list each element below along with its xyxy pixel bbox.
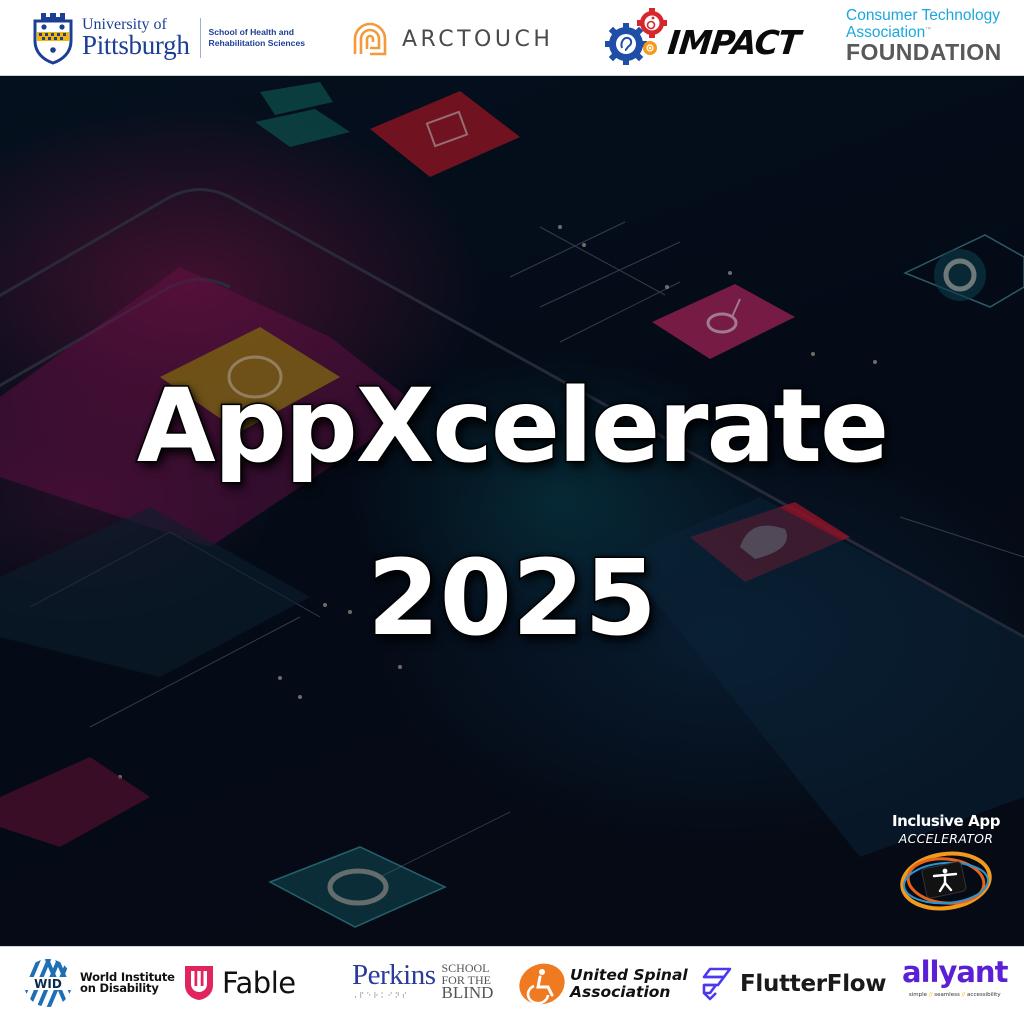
perkins-school-line3: BLIND: [441, 983, 494, 1002]
flutterflow-logo[interactable]: FlutterFlow: [702, 967, 887, 1001]
university-of-pittsburgh-logo[interactable]: University of Pittsburgh School of Healt…: [32, 9, 305, 67]
united-spinal-line2: Association: [570, 983, 671, 1001]
allyant-logo[interactable]: allyant simple // seamless // accessibil…: [902, 955, 1008, 998]
impact-gears-icon: [605, 8, 667, 65]
fable-logo[interactable]: Fable: [184, 965, 296, 1001]
arctouch-arc-icon: [353, 22, 387, 56]
badge-line1: Inclusive App: [891, 812, 1001, 830]
cta-foundation-logo[interactable]: Consumer Technology Association™ FOUNDAT…: [846, 8, 1002, 64]
arctouch-name: ARCTOUCH: [402, 26, 554, 52]
tagline-simple: simple: [908, 991, 927, 998]
trademark-symbol: ™: [925, 26, 932, 33]
united-spinal-line1: United Spinal: [570, 966, 688, 984]
badge-line2: ACCELERATOR: [898, 831, 994, 846]
perkins-braille: ⠠⠏⠑⠗⠅⠊⠝⠎: [352, 992, 410, 1000]
event-title: AppXcelerate: [135, 366, 890, 488]
cta-line3: FOUNDATION: [846, 39, 1002, 65]
app-tile-icon-window: [370, 91, 520, 177]
wheelchair-user-icon: [519, 963, 565, 1005]
wid-line2: on Disability: [80, 981, 159, 995]
magenta-panel: [0, 757, 150, 847]
tagline-separator: //: [928, 991, 933, 998]
pitt-school-name: School of Health and Rehabilitation Scie…: [209, 27, 305, 49]
hero-banner: AppXcelerate 2025 Inclusive App ACCELERA…: [0, 77, 1024, 946]
cta-line1: Consumer Technology: [846, 7, 1000, 24]
partner-footer-band: WID World Institute on Disability Fable …: [0, 946, 1024, 1024]
united-spinal-association-logo[interactable]: United Spinal Association: [518, 962, 688, 1006]
tagline-accessibility: accessibility: [967, 991, 1001, 998]
perkins-name: Perkins: [352, 959, 436, 991]
school-line2: Rehabilitation Sciences: [208, 38, 306, 48]
flutterflow-name: FlutterFlow: [740, 971, 887, 997]
app-tile-icon-location: [652, 284, 795, 359]
fable-shield-icon: [185, 966, 213, 1000]
perkins-school-text: SCHOOL FOR THE BLIND: [441, 962, 494, 1002]
pitt-wordmark: University of Pittsburgh: [82, 17, 190, 59]
teal-tiles: [255, 82, 350, 147]
app-tile-icon-chat: [268, 846, 447, 928]
school-line1: School of Health and: [208, 27, 295, 37]
impact-name: IMPACT: [665, 22, 802, 62]
accessibility-swirl-icon: [900, 851, 992, 911]
allyant-tagline: simple // seamless // accessibility: [902, 992, 1007, 998]
tagline-seamless: seamless: [934, 991, 960, 998]
flutterflow-mark-icon: [702, 967, 732, 1001]
arctouch-logo[interactable]: ARCTOUCH: [352, 20, 553, 58]
cta-line2: Association™: [846, 23, 1002, 41]
perkins-school-for-the-blind-logo[interactable]: Perkins ⠠⠏⠑⠗⠅⠊⠝⠎ SCHOOL FOR THE BLIND: [352, 959, 494, 1002]
wid-abbr: WID: [34, 977, 62, 991]
fable-name: Fable: [222, 966, 296, 1000]
wid-globe-icon: WID: [24, 959, 72, 1007]
app-tile-icon-gear: [903, 234, 1024, 308]
phone-circuit-background-illustration: [0, 82, 1024, 928]
sponsor-header-band: University of Pittsburgh School of Healt…: [0, 0, 1024, 76]
united-spinal-name: United Spinal Association: [570, 967, 688, 1001]
cta-line2-text: Association: [846, 23, 926, 41]
event-year: 2025: [366, 536, 658, 661]
pitt-crest-icon: [33, 13, 73, 65]
world-institute-on-disability-logo[interactable]: WID World Institute on Disability: [22, 957, 175, 1009]
allyant-name: allyant: [902, 955, 1008, 989]
pitt-divider: [199, 18, 201, 58]
tagline-separator: //: [961, 991, 966, 998]
impact-logo[interactable]: IMPACT: [602, 6, 802, 70]
pitt-line2: Pittsburgh: [82, 30, 190, 60]
wid-name: World Institute on Disability: [80, 971, 175, 995]
inclusive-app-accelerator-badge[interactable]: Inclusive App ACCELERATOR: [884, 812, 1008, 913]
